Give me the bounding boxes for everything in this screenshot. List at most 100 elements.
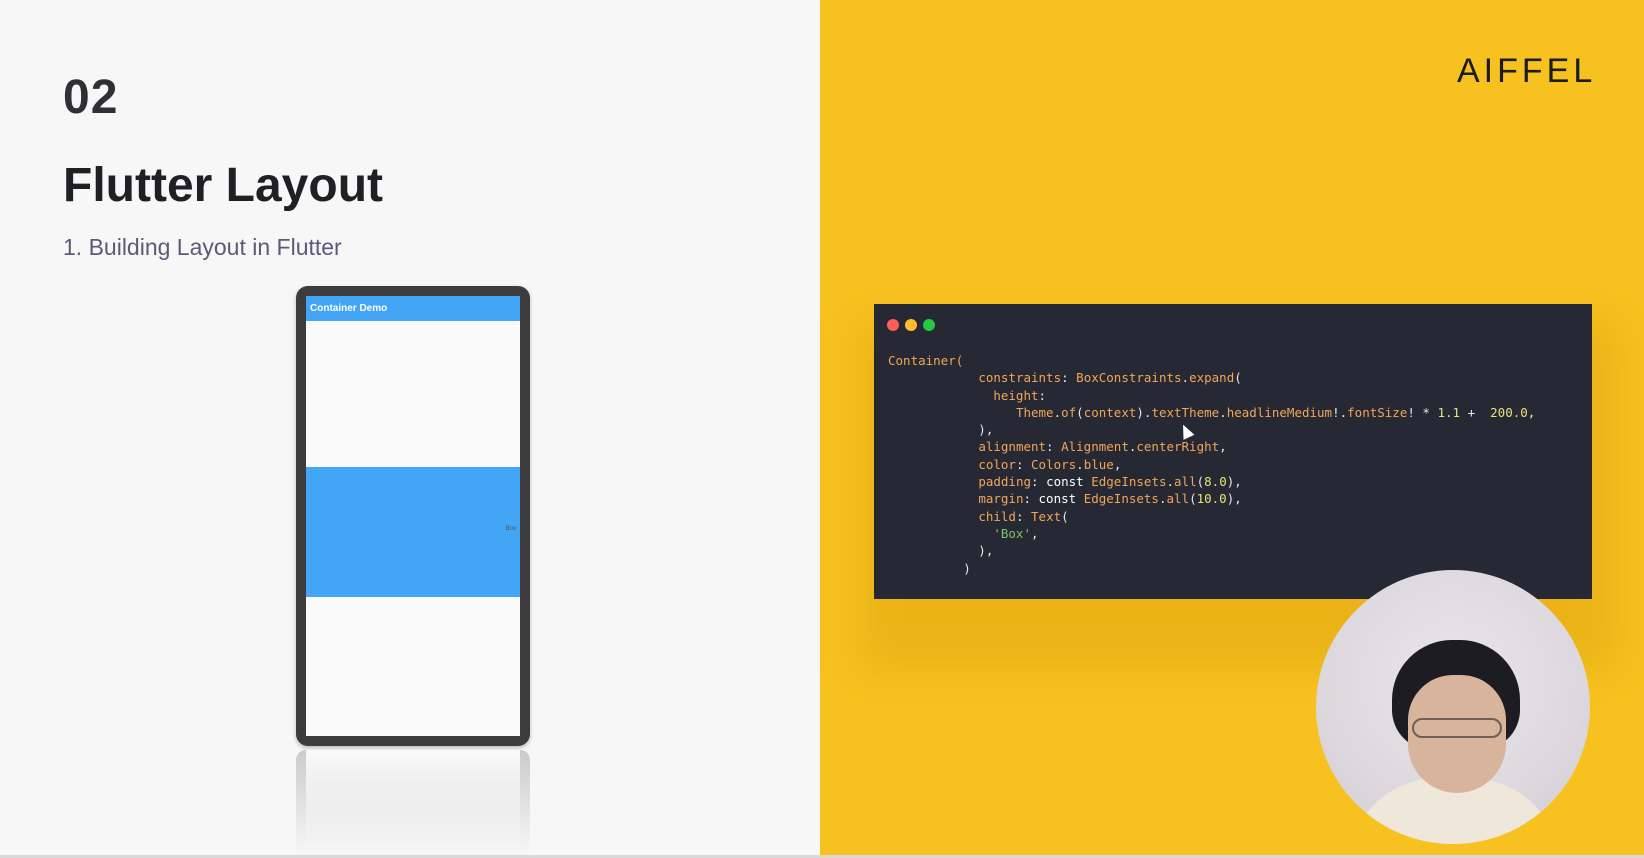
code-line: ) — [888, 561, 971, 576]
code-token: , — [1219, 439, 1227, 455]
code-token: all — [1166, 491, 1190, 507]
code-token: padding — [978, 474, 1031, 490]
code-token: !. — [1332, 404, 1348, 420]
code-token: child — [978, 508, 1016, 524]
code-token: ( — [1234, 370, 1242, 386]
code-token: 200.0 — [1490, 404, 1528, 420]
slide-subtitle: 1. Building Layout in Flutter — [63, 234, 342, 260]
blue-container-box: Box — [306, 467, 520, 597]
code-line: Theme.of(context).textTheme.headlineMedi… — [888, 405, 1535, 420]
code-block: Container( constraints: BoxConstraints.e… — [888, 352, 1535, 577]
section-number: 02 — [63, 71, 119, 124]
phone-mockup: Container Demo Box — [296, 286, 530, 746]
code-token: textTheme — [1151, 404, 1220, 420]
code-token: fontSize — [1347, 404, 1408, 420]
code-token: ( — [1076, 404, 1084, 420]
code-token: 10.0 — [1196, 491, 1227, 507]
code-token: ( — [1189, 491, 1197, 507]
code-token: Container( — [888, 353, 964, 368]
code-token: . — [1053, 404, 1062, 420]
code-token: const — [1038, 491, 1077, 507]
code-token: : — [1031, 474, 1047, 490]
code-token: BoxConstraints — [1076, 370, 1182, 386]
code-token: . — [1166, 474, 1175, 490]
code-line: alignment: Alignment.centerRight, — [888, 439, 1227, 455]
code-token: : — [1015, 456, 1032, 472]
code-line: Container( — [888, 353, 963, 368]
code-token: height — [993, 387, 1039, 403]
code-token: of — [1061, 404, 1077, 420]
window-minimize-dot-icon — [905, 319, 917, 331]
code-token: , — [1031, 525, 1039, 541]
code-line: color: Colors.blue, — [888, 457, 1121, 472]
slide-title: Flutter Layout — [63, 159, 383, 212]
code-line: ), — [888, 422, 993, 437]
code-line: height: — [888, 388, 1046, 403]
code-token: . — [1158, 491, 1167, 507]
window-close-dot-icon — [887, 319, 899, 331]
phone-reflection-screen — [306, 750, 520, 855]
code-token: 8.0 — [1204, 474, 1227, 490]
code-token: ), — [1226, 491, 1242, 507]
code-token: + — [1460, 404, 1491, 420]
code-token: : — [1046, 439, 1062, 455]
code-window: Container( constraints: BoxConstraints.e… — [874, 304, 1592, 599]
code-token: ! * — [1407, 404, 1438, 420]
box-text: Box — [505, 526, 516, 532]
code-token: 'Box' — [993, 525, 1031, 541]
presenter-glasses — [1412, 718, 1502, 738]
code-token: ), — [888, 422, 994, 438]
code-token: EdgeInsets — [1091, 474, 1167, 490]
code-token: ( — [1196, 474, 1205, 490]
phone-screen: Container Demo Box — [306, 296, 520, 736]
code-token: , — [1113, 456, 1122, 472]
code-token: 1.1 — [1437, 404, 1461, 420]
code-token: color — [978, 456, 1016, 472]
code-token: context — [1083, 404, 1137, 420]
code-token: ). — [1136, 404, 1152, 420]
code-token: : — [1038, 387, 1047, 403]
code-token: Theme — [1015, 404, 1054, 420]
phone-reflection — [296, 750, 530, 855]
code-line: margin: const EdgeInsets.all(10.0), — [888, 491, 1242, 507]
code-token: Colors — [1031, 456, 1077, 472]
aiffel-logo: AIFFEL — [1457, 52, 1597, 90]
presenter-webcam — [1316, 570, 1590, 844]
code-line: constraints: BoxConstraints.expand( — [888, 370, 1242, 386]
code-token: alignment — [978, 439, 1047, 455]
code-token: . — [1076, 456, 1084, 472]
code-token: . — [1219, 404, 1227, 420]
code-token: ( — [1061, 508, 1069, 524]
code-token: constraints — [978, 370, 1062, 386]
code-token: . — [1181, 370, 1190, 386]
code-token: EdgeInsets — [1083, 491, 1159, 507]
window-maximize-dot-icon — [923, 319, 935, 331]
code-token: all — [1174, 474, 1197, 490]
code-token: : — [1015, 508, 1032, 524]
app-bar: Container Demo — [306, 296, 520, 321]
code-line: child: Text( — [888, 508, 1069, 524]
code-token: Text — [1031, 508, 1062, 524]
code-token: ), — [888, 543, 994, 559]
code-token: : — [1023, 491, 1039, 507]
code-token: const — [1046, 474, 1084, 490]
code-line: ), — [888, 543, 993, 558]
code-token: centerRight — [1136, 439, 1220, 455]
code-token: , — [1527, 404, 1536, 420]
code-line: padding: const EdgeInsets.all(8.0), — [888, 474, 1242, 490]
code-token: blue — [1083, 456, 1114, 472]
code-token: ) — [888, 560, 971, 576]
code-token: headlineMedium — [1226, 404, 1333, 420]
code-token: : — [1061, 370, 1077, 386]
code-token: ), — [1226, 474, 1242, 490]
code-token: Alignment — [1061, 439, 1129, 455]
